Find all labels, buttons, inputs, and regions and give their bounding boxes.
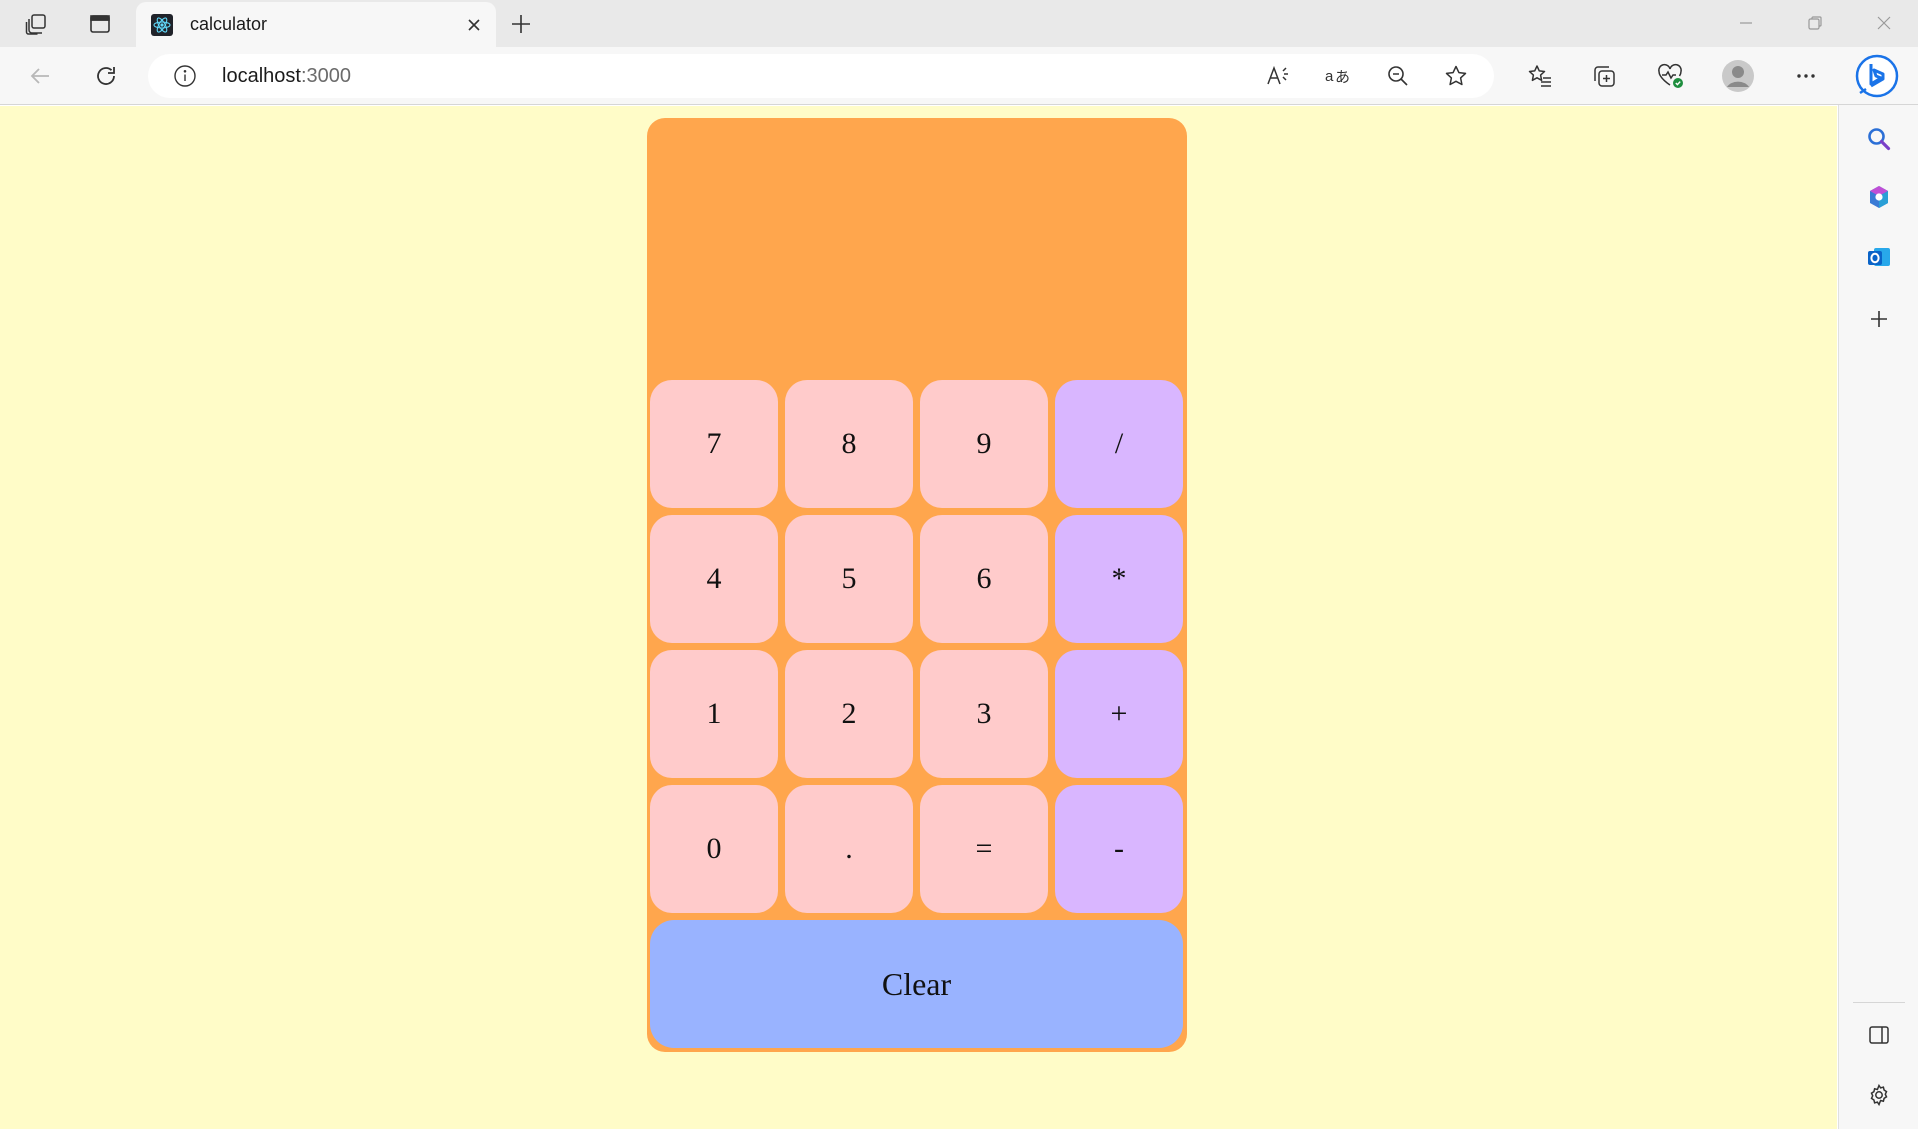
key-add[interactable]: + [1055,650,1183,778]
settings-icon[interactable] [1861,1077,1897,1113]
translate-icon[interactable]: aあ [1322,60,1354,92]
key-3[interactable]: 3 [920,650,1048,778]
key-multiply[interactable]: * [1055,515,1183,643]
sidebar-toggle-icon[interactable] [1861,1017,1897,1053]
url-host: localhost [222,65,301,87]
svg-text:あ: あ [1335,68,1350,86]
key-5[interactable]: 5 [785,515,913,643]
tab-strip: calculator [0,0,1918,47]
search-icon[interactable] [1861,121,1897,157]
workspaces-icon[interactable] [22,10,50,38]
key-divide[interactable]: / [1055,380,1183,508]
svg-text:a: a [1325,68,1334,85]
zoom-out-icon[interactable] [1382,60,1414,92]
key-2[interactable]: 2 [785,650,913,778]
key-6[interactable]: 6 [920,515,1048,643]
collections-icon[interactable] [1586,58,1622,94]
close-window-icon[interactable] [1864,8,1904,38]
tab-title: calculator [190,14,268,34]
browser-essentials-icon[interactable] [1652,58,1688,94]
key-decimal[interactable]: . [785,785,913,913]
page-viewport: 7 8 9 / 4 5 6 * 1 2 3 + 0 . = - Clear [0,106,1837,1129]
star-icon[interactable] [1440,60,1472,92]
key-subtract[interactable]: - [1055,785,1183,913]
profile-avatar-icon[interactable] [1720,58,1756,94]
sidebar-divider [1853,1002,1905,1003]
bing-copilot-icon[interactable] [1852,52,1902,100]
key-7[interactable]: 7 [650,380,778,508]
new-tab-icon[interactable] [506,9,536,39]
key-0[interactable]: 0 [650,785,778,913]
key-9[interactable]: 9 [920,380,1048,508]
edge-sidebar [1838,105,1918,1129]
url-text[interactable]: localhost:3000 [222,65,351,88]
key-1[interactable]: 1 [650,650,778,778]
office-icon[interactable] [1861,179,1897,215]
outlook-icon[interactable] [1861,239,1897,275]
refresh-icon[interactable] [88,58,124,94]
key-8[interactable]: 8 [785,380,913,508]
more-icon[interactable] [1788,58,1824,94]
close-tab-icon[interactable] [460,11,488,39]
vertical-tabs-icon[interactable] [86,10,114,38]
back-arrow-icon[interactable] [22,58,58,94]
react-icon [150,13,174,37]
clear-button[interactable]: Clear [650,920,1183,1048]
favorites-icon[interactable] [1522,58,1558,94]
read-aloud-icon[interactable] [1262,60,1294,92]
url-port: :3000 [300,65,351,87]
site-info-icon[interactable] [172,63,198,89]
add-icon[interactable] [1861,301,1897,337]
key-equals[interactable]: = [920,785,1048,913]
active-tab[interactable]: calculator [136,2,496,47]
minimize-icon[interactable] [1726,8,1766,38]
address-bar[interactable]: localhost:3000 aあ [148,54,1494,98]
restore-icon[interactable] [1795,8,1835,38]
browser-toolbar: localhost:3000 aあ [0,47,1918,105]
keypad: 7 8 9 / 4 5 6 * 1 2 3 + 0 . = - Clear [650,380,1184,1048]
key-4[interactable]: 4 [650,515,778,643]
calculator: 7 8 9 / 4 5 6 * 1 2 3 + 0 . = - Clear [647,118,1187,1052]
calculator-display [647,118,1187,376]
